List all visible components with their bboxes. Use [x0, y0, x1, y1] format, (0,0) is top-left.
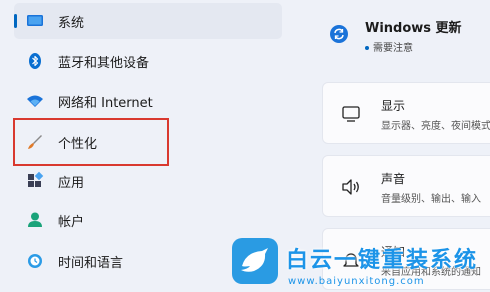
sidebar-item-label: 系统	[58, 15, 85, 31]
card-subtitle: 音量级别、输出、输入	[381, 194, 481, 205]
wifi-icon	[25, 91, 45, 111]
card-subtitle: 显示器、亮度、夜间模式	[381, 121, 490, 132]
highlight-box	[13, 118, 169, 166]
sidebar-item-bluetooth[interactable]: 蓝牙和其他设备	[14, 43, 282, 79]
bluetooth-icon	[25, 51, 45, 71]
watermark-text: 白云一键重装系统	[286, 248, 479, 273]
selection-indicator	[14, 14, 17, 28]
person-icon	[25, 210, 45, 230]
status-dot	[365, 46, 369, 50]
sidebar-item-network[interactable]: 网络和 Internet	[14, 83, 282, 119]
globe-clock-icon	[25, 251, 45, 271]
sidebar-item-apps[interactable]: 应用	[14, 163, 282, 199]
sync-icon	[329, 24, 349, 44]
watermark: 白云一键重装系统 www.baiyunxitong.com	[232, 238, 490, 292]
card-title: 声音	[381, 172, 406, 186]
sidebar-item-label: 网络和 Internet	[58, 95, 153, 111]
sidebar-item-label: 帐户	[58, 214, 85, 230]
windows-update-banner[interactable]: Windows 更新 需要注意	[320, 12, 490, 56]
watermark-url: www.baiyunxitong.com	[288, 276, 425, 287]
settings-card-sound[interactable]: 声音 音量级别、输出、输入	[322, 155, 490, 217]
monitor-icon	[25, 11, 45, 31]
sidebar-item-label: 时间和语言	[58, 255, 124, 271]
speaker-icon	[340, 176, 362, 198]
update-status-text: 需要注意	[373, 43, 413, 54]
update-status: 需要注意	[365, 39, 413, 54]
bird-logo-icon	[232, 238, 278, 284]
display-icon	[340, 103, 362, 125]
update-title: Windows 更新	[365, 21, 462, 36]
sidebar-item-label: 应用	[58, 175, 85, 191]
sidebar-item-system[interactable]: 系统	[14, 3, 282, 39]
card-title: 显示	[381, 99, 406, 113]
apps-icon	[25, 171, 45, 191]
sidebar-item-label: 蓝牙和其他设备	[58, 55, 150, 71]
settings-card-display[interactable]: 显示 显示器、亮度、夜间模式	[322, 82, 490, 144]
sidebar-item-accounts[interactable]: 帐户	[14, 202, 282, 238]
